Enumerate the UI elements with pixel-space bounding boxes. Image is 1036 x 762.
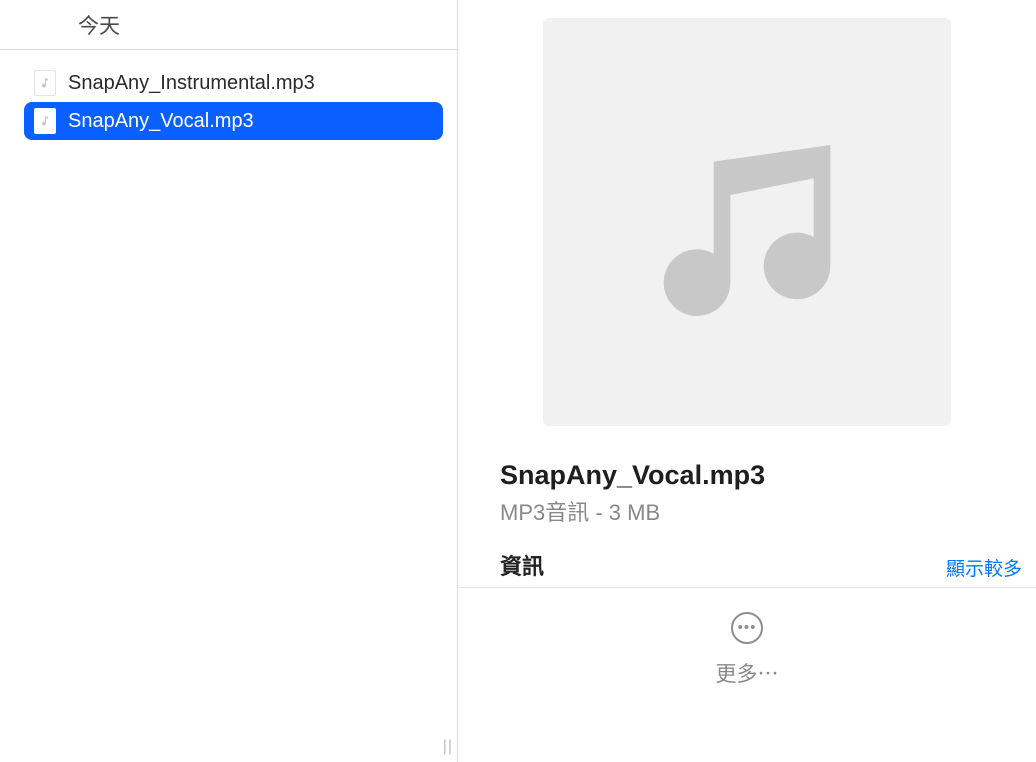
preview-pane: SnapAny_Vocal.mp3 MP3音訊 - 3 MB 資訊 顯示較多 •… (458, 0, 1036, 762)
file-list: SnapAny_Instrumental.mp3 SnapAny_Vocal.m… (0, 50, 457, 140)
pane-resize-handle[interactable]: || (443, 738, 453, 756)
file-row[interactable]: SnapAny_Vocal.mp3 (24, 102, 443, 140)
music-note-icon (647, 120, 847, 325)
preview-thumb-wrap (458, 18, 1036, 426)
file-row[interactable]: SnapAny_Instrumental.mp3 (24, 64, 443, 102)
info-section-header: 資訊 顯示較多 (458, 527, 1036, 588)
file-list-header-label: 今天 (78, 10, 120, 40)
file-list-pane: 今天 SnapAny_Instrumental.mp3 SnapAny_Voca… (0, 0, 458, 762)
preview-subtitle: MP3音訊 - 3 MB (500, 495, 1036, 527)
music-note-icon (34, 70, 56, 96)
preview-meta: SnapAny_Vocal.mp3 MP3音訊 - 3 MB (458, 426, 1036, 527)
preview-title: SnapAny_Vocal.mp3 (500, 460, 1036, 491)
ellipsis-circle-icon[interactable]: ••• (731, 612, 763, 644)
preview-actions: ••• 更多⋯ (458, 588, 1036, 688)
preview-thumbnail (543, 18, 951, 426)
file-list-header: 今天 (0, 0, 457, 50)
more-actions-label: 更多⋯ (716, 658, 779, 688)
show-more-link[interactable]: 顯示較多 (946, 554, 1022, 581)
file-name-label: SnapAny_Instrumental.mp3 (68, 72, 315, 95)
file-name-label: SnapAny_Vocal.mp3 (68, 110, 254, 133)
music-note-icon (34, 108, 56, 134)
info-label: 資訊 (500, 549, 544, 581)
